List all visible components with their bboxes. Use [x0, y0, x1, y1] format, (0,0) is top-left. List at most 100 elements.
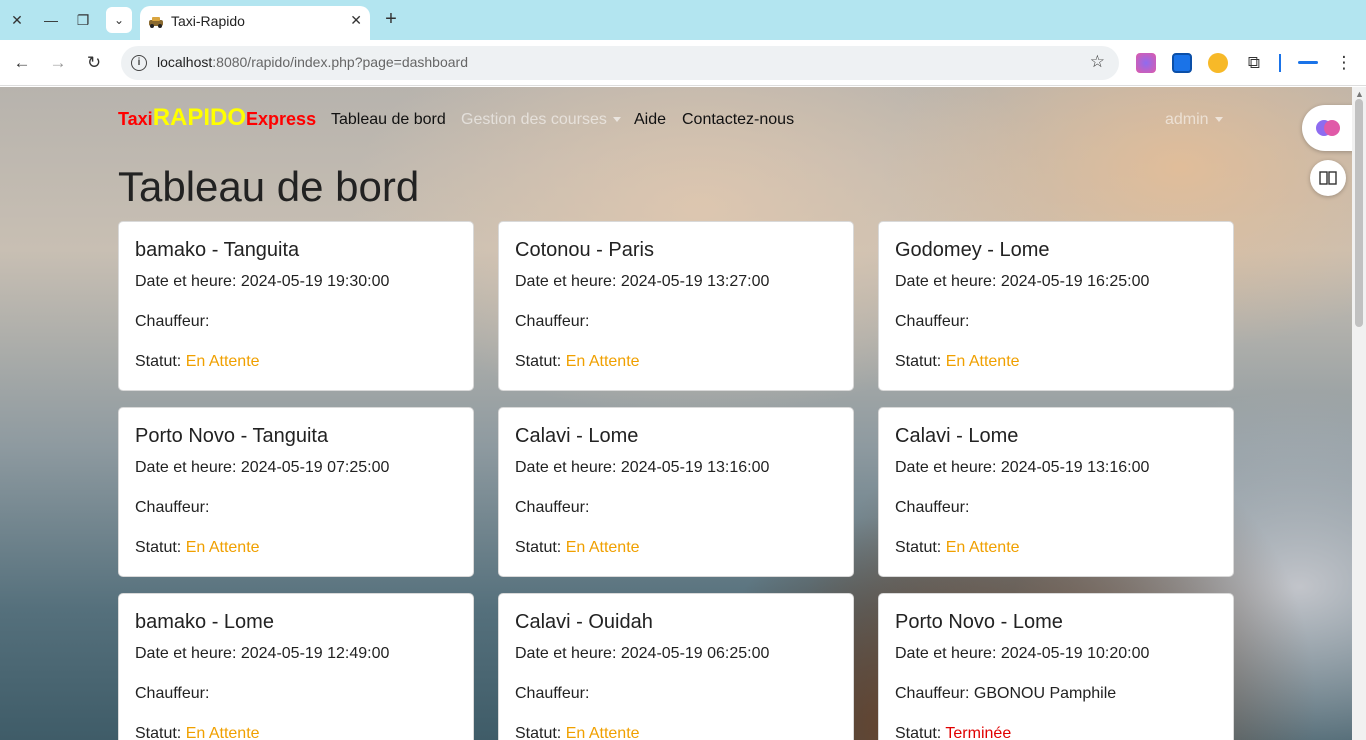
ride-card[interactable]: bamako - Lome Date et heure: 2024-05-19 1… — [118, 593, 474, 740]
nav-help-link[interactable]: Aide — [634, 111, 666, 129]
ride-datetime-line: Date et heure: 2024-05-19 10:20:00 — [895, 645, 1149, 663]
driver-label: Chauffeur: — [895, 685, 970, 702]
ride-datetime: 2024-05-19 13:16:00 — [620, 459, 770, 476]
status-label: Statut: — [895, 353, 946, 370]
date-label: Date et heure: — [895, 645, 1001, 662]
brand-taxi: Taxi — [118, 109, 153, 129]
menu-icon[interactable]: ⋮ — [1332, 51, 1356, 75]
ride-card[interactable]: Porto Novo - Tanguita Date et heure: 2024… — [118, 407, 474, 577]
scrollbar-thumb[interactable] — [1355, 99, 1363, 327]
date-label: Date et heure: — [895, 459, 1001, 476]
ride-status-line: Statut: En Attente — [515, 539, 640, 557]
status-badge: En Attente — [945, 539, 1020, 556]
star-icon[interactable]: ☆ — [1090, 52, 1105, 72]
nav-courses-dropdown[interactable]: Gestion des courses — [461, 111, 621, 129]
ride-status-line: Statut: En Attente — [895, 539, 1020, 557]
status-label: Statut: — [895, 539, 946, 556]
page-scrollbar[interactable]: ▲ — [1352, 87, 1366, 740]
reader-mode-icon[interactable] — [1310, 160, 1346, 196]
tab-dropdown-icon[interactable]: ⌄ — [106, 7, 132, 33]
ride-driver-line: Chauffeur: — [135, 499, 209, 517]
page-title: Tableau de bord — [118, 163, 420, 210]
extension-download-icon[interactable] — [1172, 53, 1192, 73]
nav-courses-label: Gestion des courses — [461, 111, 607, 128]
ride-status-line: Statut: En Attente — [895, 353, 1020, 371]
extension-brain-icon[interactable] — [1136, 53, 1156, 73]
ride-datetime: 2024-05-19 06:25:00 — [620, 645, 770, 662]
close-window-icon[interactable]: ✕ — [5, 8, 29, 32]
ride-status-line: Statut: En Attente — [135, 353, 260, 371]
driver-label: Chauffeur: — [135, 313, 210, 330]
ride-route: bamako - Tanguita — [135, 239, 300, 261]
profile-indicator-icon[interactable] — [1298, 61, 1318, 64]
ride-card[interactable]: Porto Novo - Lome Date et heure: 2024-05-… — [878, 593, 1234, 740]
status-label: Statut: — [515, 725, 566, 740]
ride-card[interactable]: Godomey - Lome Date et heure: 2024-05-19 … — [878, 221, 1234, 391]
minimize-icon[interactable]: — — [39, 8, 63, 32]
url-text[interactable]: localhost:8080/rapido/index.php?page=das… — [157, 54, 468, 70]
ride-datetime-line: Date et heure: 2024-05-19 06:25:00 — [515, 645, 769, 663]
ride-card[interactable]: Calavi - Ouidah Date et heure: 2024-05-19… — [498, 593, 854, 740]
driver-label: Chauffeur: — [895, 499, 970, 516]
reload-icon[interactable]: ↻ — [82, 51, 106, 75]
info-icon[interactable]: i — [131, 55, 147, 71]
user-dropdown[interactable]: admin — [1165, 111, 1223, 129]
browser-tab[interactable]: Taxi-Rapido ✕ — [140, 6, 370, 40]
ride-driver-line: Chauffeur: — [515, 313, 589, 331]
ride-driver-line: Chauffeur: — [895, 313, 969, 331]
new-tab-icon[interactable]: + — [380, 8, 402, 30]
ride-route: Porto Novo - Tanguita — [135, 425, 329, 447]
driver-label: Chauffeur: — [515, 685, 590, 702]
scroll-up-icon[interactable]: ▲ — [1355, 89, 1364, 99]
status-badge: En Attente — [565, 353, 640, 370]
ride-driver-line: Chauffeur: — [895, 499, 969, 517]
ride-driver-line: Chauffeur: — [135, 685, 209, 703]
puzzle-icon[interactable]: ⧉ — [1242, 51, 1266, 75]
status-badge: En Attente — [185, 539, 260, 556]
brain-assistant-icon[interactable] — [1302, 105, 1352, 151]
ride-status-line: Statut: En Attente — [515, 725, 640, 740]
tab-title: Taxi-Rapido — [171, 13, 245, 29]
ride-card[interactable]: Cotonou - Paris Date et heure: 2024-05-19… — [498, 221, 854, 391]
nav-contact-link[interactable]: Contactez-nous — [682, 111, 794, 129]
ride-datetime-line: Date et heure: 2024-05-19 19:30:00 — [135, 273, 389, 291]
ride-card[interactable]: Calavi - Lome Date et heure: 2024-05-19 1… — [498, 407, 854, 577]
ride-datetime: 2024-05-19 13:27:00 — [620, 273, 770, 290]
driver-label: Chauffeur: — [895, 313, 970, 330]
date-label: Date et heure: — [135, 273, 241, 290]
back-icon[interactable]: ← — [10, 51, 34, 75]
ride-card[interactable]: Calavi - Lome Date et heure: 2024-05-19 1… — [878, 407, 1234, 577]
forward-icon[interactable]: → — [46, 51, 70, 75]
restore-icon[interactable]: ❐ — [71, 8, 95, 32]
status-label: Statut: — [515, 539, 566, 556]
ride-datetime: 2024-05-19 07:25:00 — [240, 459, 390, 476]
address-bar[interactable]: i localhost:8080/rapido/index.php?page=d… — [121, 46, 1119, 80]
brand-rapido: RAPIDO — [152, 104, 247, 131]
ride-datetime: 2024-05-19 16:25:00 — [1000, 273, 1150, 290]
ride-datetime-line: Date et heure: 2024-05-19 07:25:00 — [135, 459, 389, 477]
tab-bar: ✕ — ❐ ⌄ Taxi-Rapido ✕ + — [0, 0, 1366, 40]
ride-route: Godomey - Lome — [895, 239, 1050, 261]
browser-toolbar: ← → ↻ i localhost:8080/rapido/index.php?… — [0, 40, 1366, 86]
brain-icon — [1316, 120, 1340, 136]
date-label: Date et heure: — [515, 459, 621, 476]
brand-express: Express — [246, 109, 317, 129]
ride-route: Calavi - Ouidah — [515, 611, 653, 633]
ride-driver-line: Chauffeur: — [135, 313, 209, 331]
toolbar-divider — [1279, 54, 1281, 72]
ride-datetime-line: Date et heure: 2024-05-19 12:49:00 — [135, 645, 389, 663]
ride-route: Calavi - Lome — [895, 425, 1019, 447]
status-label: Statut: — [895, 725, 946, 740]
ride-driver-line: Chauffeur: GBONOU Pamphile — [895, 685, 1116, 703]
ride-card[interactable]: bamako - Tanguita Date et heure: 2024-05-… — [118, 221, 474, 391]
brand-logo[interactable]: TaxiRAPIDOExpress — [118, 104, 316, 132]
tab-close-icon[interactable]: ✕ — [350, 12, 362, 29]
nav-dashboard-link[interactable]: Tableau de bord — [331, 111, 446, 129]
ride-datetime: 2024-05-19 10:20:00 — [1000, 645, 1150, 662]
ride-datetime: 2024-05-19 19:30:00 — [240, 273, 390, 290]
status-badge: En Attente — [185, 353, 260, 370]
ride-driver: GBONOU Pamphile — [973, 685, 1117, 702]
extension-orange-icon[interactable] — [1208, 53, 1228, 73]
ride-datetime-line: Date et heure: 2024-05-19 13:16:00 — [515, 459, 769, 477]
ride-status-line: Statut: Terminée — [895, 725, 1011, 740]
